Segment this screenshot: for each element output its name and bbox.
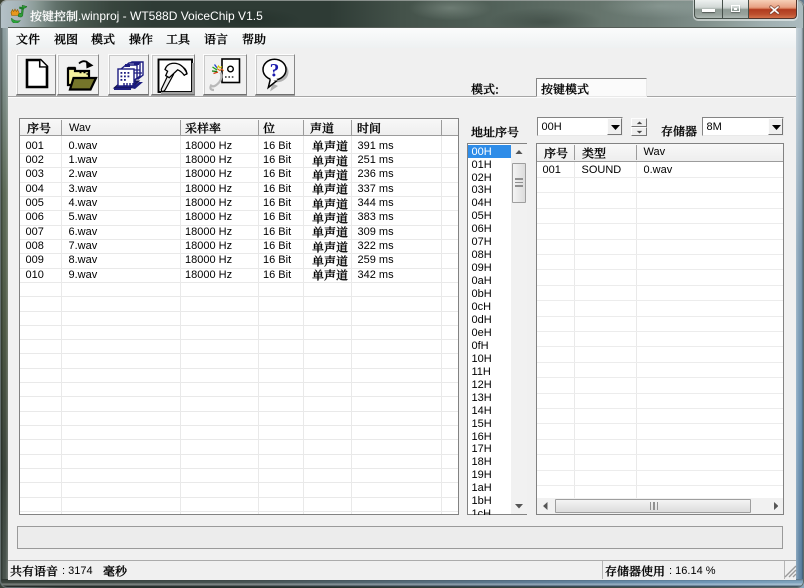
svg-text:?: ?: [269, 61, 279, 82]
